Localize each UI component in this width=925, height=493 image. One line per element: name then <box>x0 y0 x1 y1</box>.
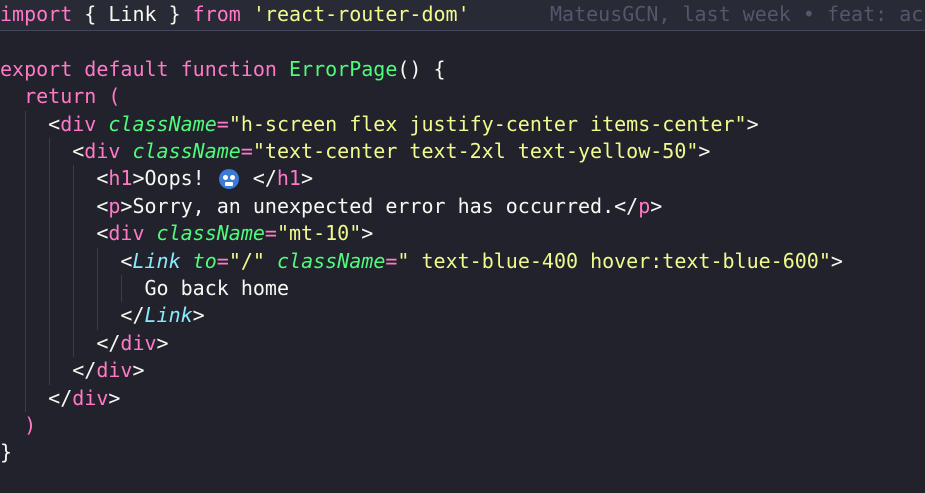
code-token: div <box>108 221 145 246</box>
code-token: Link <box>108 2 157 26</box>
code-token: </ <box>0 358 97 383</box>
code-token: > <box>192 303 205 328</box>
code-token: import <box>0 2 73 26</box>
code-line-14[interactable]: </div > <box>0 357 145 385</box>
code-token: div <box>96 358 133 383</box>
code-line-3[interactable]: export default function ErrorPage() { <box>0 56 446 84</box>
code-token: = <box>240 139 253 163</box>
code-token: ( <box>96 84 121 109</box>
code-line-10[interactable]: < Link to = "/" className = " text-blue-400 h… <box>0 248 843 276</box>
code-token: > <box>300 166 314 191</box>
code-token: < <box>0 193 109 218</box>
code-token: div <box>72 385 109 410</box>
code-token: ) <box>0 413 37 437</box>
code-line-1[interactable]: import { Link } from 'react-router-dom' <box>0 1 470 29</box>
code-token: className <box>156 221 265 246</box>
code-editor[interactable]: MateusGCN, last week • feat: ac import {… <box>0 0 925 493</box>
code-token: </ <box>0 330 121 355</box>
code-token: from <box>192 2 241 26</box>
code-token: default <box>84 56 169 81</box>
code-token: < <box>0 111 61 136</box>
code-token: "/" <box>228 248 265 273</box>
code-token: function <box>180 56 277 81</box>
code-token: = <box>385 248 398 273</box>
code-line-15[interactable]: </div > <box>0 385 120 413</box>
code-token: " text-blue-400 hover:text-blue-600" <box>397 248 831 273</box>
code-token: </ <box>0 385 73 410</box>
scared-face-emoji-icon <box>218 169 239 190</box>
code-token: export <box>0 56 73 81</box>
code-token: Link <box>132 248 181 273</box>
code-token: to <box>192 248 217 273</box>
code-line-13[interactable]: </div > <box>0 330 169 358</box>
code-line-6[interactable]: < div className = "text-center text-2xl tex… <box>0 138 710 166</box>
code-token: return <box>0 84 97 109</box>
code-line-5[interactable]: < div className = "h-screen flex justify-ce… <box>0 111 759 139</box>
code-token: p <box>638 193 651 218</box>
code-token: < <box>0 166 109 191</box>
code-token: < <box>0 139 85 163</box>
code-token: } <box>156 2 193 26</box>
code-token: h1 <box>108 166 133 191</box>
code-token: > <box>650 193 663 218</box>
code-token: div <box>84 139 121 163</box>
code-line-9[interactable]: < div className = "mt-10" > <box>0 220 373 248</box>
code-line-11[interactable]: Go back home <box>0 275 289 303</box>
code-token: ErrorPage <box>289 56 398 81</box>
code-token: > <box>108 385 121 410</box>
code-token: > <box>156 330 169 355</box>
code-token: className <box>132 139 241 163</box>
code-token: > <box>698 139 711 163</box>
code-line-12[interactable]: </Link > <box>0 302 205 330</box>
code-token: = <box>216 111 229 136</box>
code-line-8[interactable]: < p >Sorry, an unexpected error has occurr… <box>0 193 662 221</box>
code-line-16[interactable]: ) <box>0 412 36 440</box>
code-token: className <box>108 111 217 136</box>
code-token: () { <box>397 56 446 81</box>
code-token: > <box>361 221 374 246</box>
code-token: > <box>746 111 759 136</box>
code-token: p <box>108 193 121 218</box>
code-token: </ <box>0 303 145 328</box>
code-line-7[interactable]: < h1 >Oops! </h1 > <box>0 165 313 193</box>
code-token: { <box>72 2 109 26</box>
code-token: Go back home <box>0 276 289 300</box>
code-token: "h-screen flex justify-center items-cent… <box>228 111 747 136</box>
code-token: h1 <box>276 166 301 191</box>
code-token: > <box>830 248 843 273</box>
code-token: className <box>276 248 386 273</box>
code-token: < <box>0 221 109 246</box>
code-token: "mt-10" <box>276 221 362 246</box>
code-line-4[interactable]: return ( <box>0 83 120 111</box>
code-token: Link <box>144 303 193 328</box>
code-token: > <box>132 358 145 383</box>
code-token: >Sorry, an unexpected error has occurred… <box>120 193 639 218</box>
code-token: div <box>60 111 97 136</box>
code-token: } <box>0 440 13 465</box>
code-token: div <box>120 330 157 355</box>
code-token: 'react-router-dom' <box>252 2 470 26</box>
code-token: = <box>264 221 277 246</box>
git-blame-annotation: MateusGCN, last week • feat: ac <box>550 2 924 26</box>
code-token: >Oops! <box>132 166 217 191</box>
code-token: < <box>0 248 133 273</box>
code-token: </ <box>240 166 277 191</box>
code-token: "text-center text-2xl text-yellow-50" <box>252 139 699 163</box>
code-token: = <box>216 248 229 273</box>
code-line-17[interactable]: } <box>0 439 12 467</box>
